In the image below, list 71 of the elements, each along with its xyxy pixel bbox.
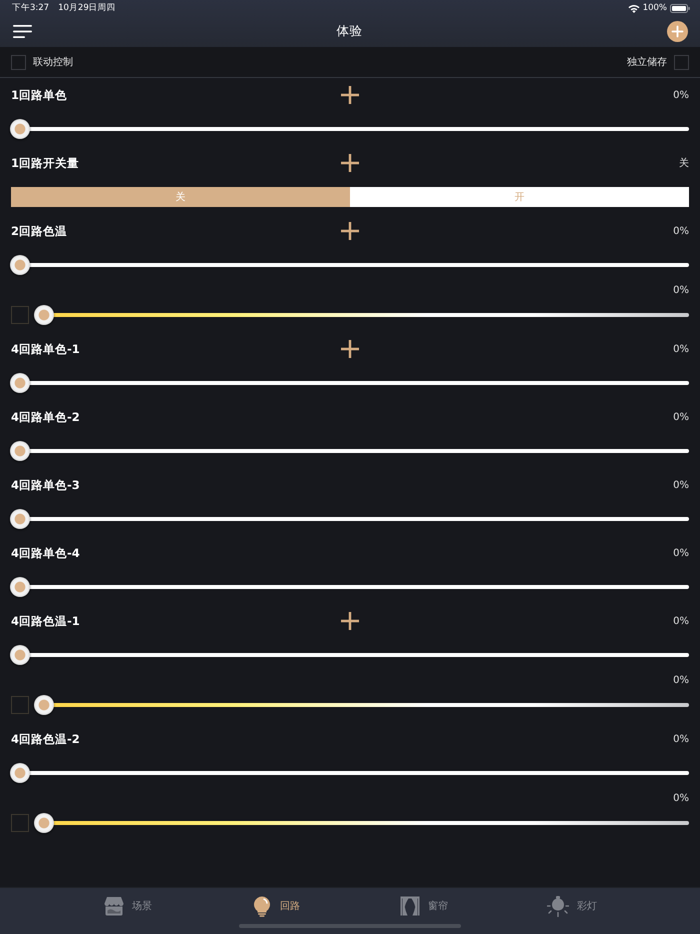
circuit-reading: 0% — [673, 226, 689, 236]
color-temperature-slider[interactable] — [34, 695, 689, 715]
slider-thumb[interactable] — [10, 119, 30, 139]
circuit-name: 4回路单色-1 — [11, 342, 80, 356]
slider-thumb[interactable] — [10, 373, 30, 393]
color-temperature-slider[interactable] — [34, 813, 689, 833]
circuit-name: 2回路色温 — [11, 224, 68, 238]
circuit-name: 4回路单色-4 — [11, 546, 80, 560]
lamp-with-rays-icon — [547, 896, 569, 916]
circuit-reading: 0% — [673, 548, 689, 558]
circuit-name: 4回路单色-2 — [11, 410, 80, 424]
brightness-slider[interactable] — [10, 255, 689, 275]
color-temperature-slider[interactable] — [34, 305, 689, 325]
temperature-reading: 0% — [673, 792, 689, 804]
circuit-name: 4回路单色-3 — [11, 478, 80, 492]
storefront-icon — [104, 896, 124, 916]
slider-thumb[interactable] — [10, 577, 30, 597]
temperature-reading: 0% — [673, 284, 689, 296]
slider-thumb[interactable] — [10, 255, 30, 275]
brightness-slider[interactable] — [10, 509, 689, 529]
circuit-reading: 0% — [673, 344, 689, 354]
brightness-slider[interactable] — [10, 645, 689, 665]
tab[interactable]: 场景 — [104, 896, 152, 916]
status-date: 10月29日周四 — [58, 2, 116, 14]
slider-thumb[interactable] — [34, 695, 54, 715]
plus-icon[interactable] — [341, 154, 359, 172]
circuit-reading: 0% — [673, 90, 689, 100]
circuit-name: 1回路开关量 — [11, 156, 80, 170]
slider-thumb[interactable] — [34, 813, 54, 833]
slider-thumb[interactable] — [10, 763, 30, 783]
circuit-reading: 0% — [673, 616, 689, 626]
page-title: 体验 — [336, 23, 362, 40]
add-icon[interactable] — [667, 21, 688, 42]
curtains-icon — [400, 896, 420, 916]
brightness-slider[interactable] — [10, 441, 689, 461]
slider-thumb[interactable] — [10, 441, 30, 461]
light-bulb-icon — [252, 896, 272, 916]
checkbox[interactable] — [11, 696, 29, 714]
status-time: 下午3:27 — [12, 2, 50, 14]
circuit-name: 4回路色温-2 — [11, 732, 80, 746]
option-label: 独立储存 — [627, 56, 667, 69]
circuit-reading: 0% — [673, 480, 689, 490]
checkbox[interactable] — [11, 54, 26, 70]
checkbox[interactable] — [674, 54, 689, 70]
circuit-name: 1回路单色 — [11, 88, 68, 102]
brightness-slider[interactable] — [10, 763, 689, 783]
brightness-slider[interactable] — [10, 119, 689, 139]
tab[interactable]: 窗帘 — [400, 896, 448, 916]
battery-icon — [670, 4, 690, 12]
circuit-name: 4回路色温-1 — [11, 614, 80, 628]
brightness-slider[interactable] — [10, 373, 689, 393]
circuit-reading: 0% — [673, 734, 689, 744]
plus-icon[interactable] — [341, 340, 359, 358]
brightness-slider[interactable] — [10, 577, 689, 597]
battery-percent: 100% — [642, 3, 667, 13]
circuit-reading: 0% — [673, 412, 689, 422]
circuit-reading: 关 — [679, 156, 689, 170]
menu-icon[interactable] — [13, 25, 32, 38]
checkbox[interactable] — [11, 814, 29, 832]
tab[interactable]: 回路 — [252, 896, 300, 916]
wifi-icon — [628, 4, 640, 12]
plus-icon[interactable] — [341, 86, 359, 104]
tab[interactable]: 彩灯 — [547, 896, 597, 916]
slider-thumb[interactable] — [34, 305, 54, 325]
slider-thumb[interactable] — [10, 509, 30, 529]
slider-thumb[interactable] — [10, 645, 30, 665]
plus-icon[interactable] — [341, 612, 359, 630]
option-label: 联动控制 — [33, 56, 73, 69]
checkbox[interactable] — [11, 306, 29, 324]
temperature-reading: 0% — [673, 674, 689, 686]
plus-icon[interactable] — [341, 222, 359, 240]
